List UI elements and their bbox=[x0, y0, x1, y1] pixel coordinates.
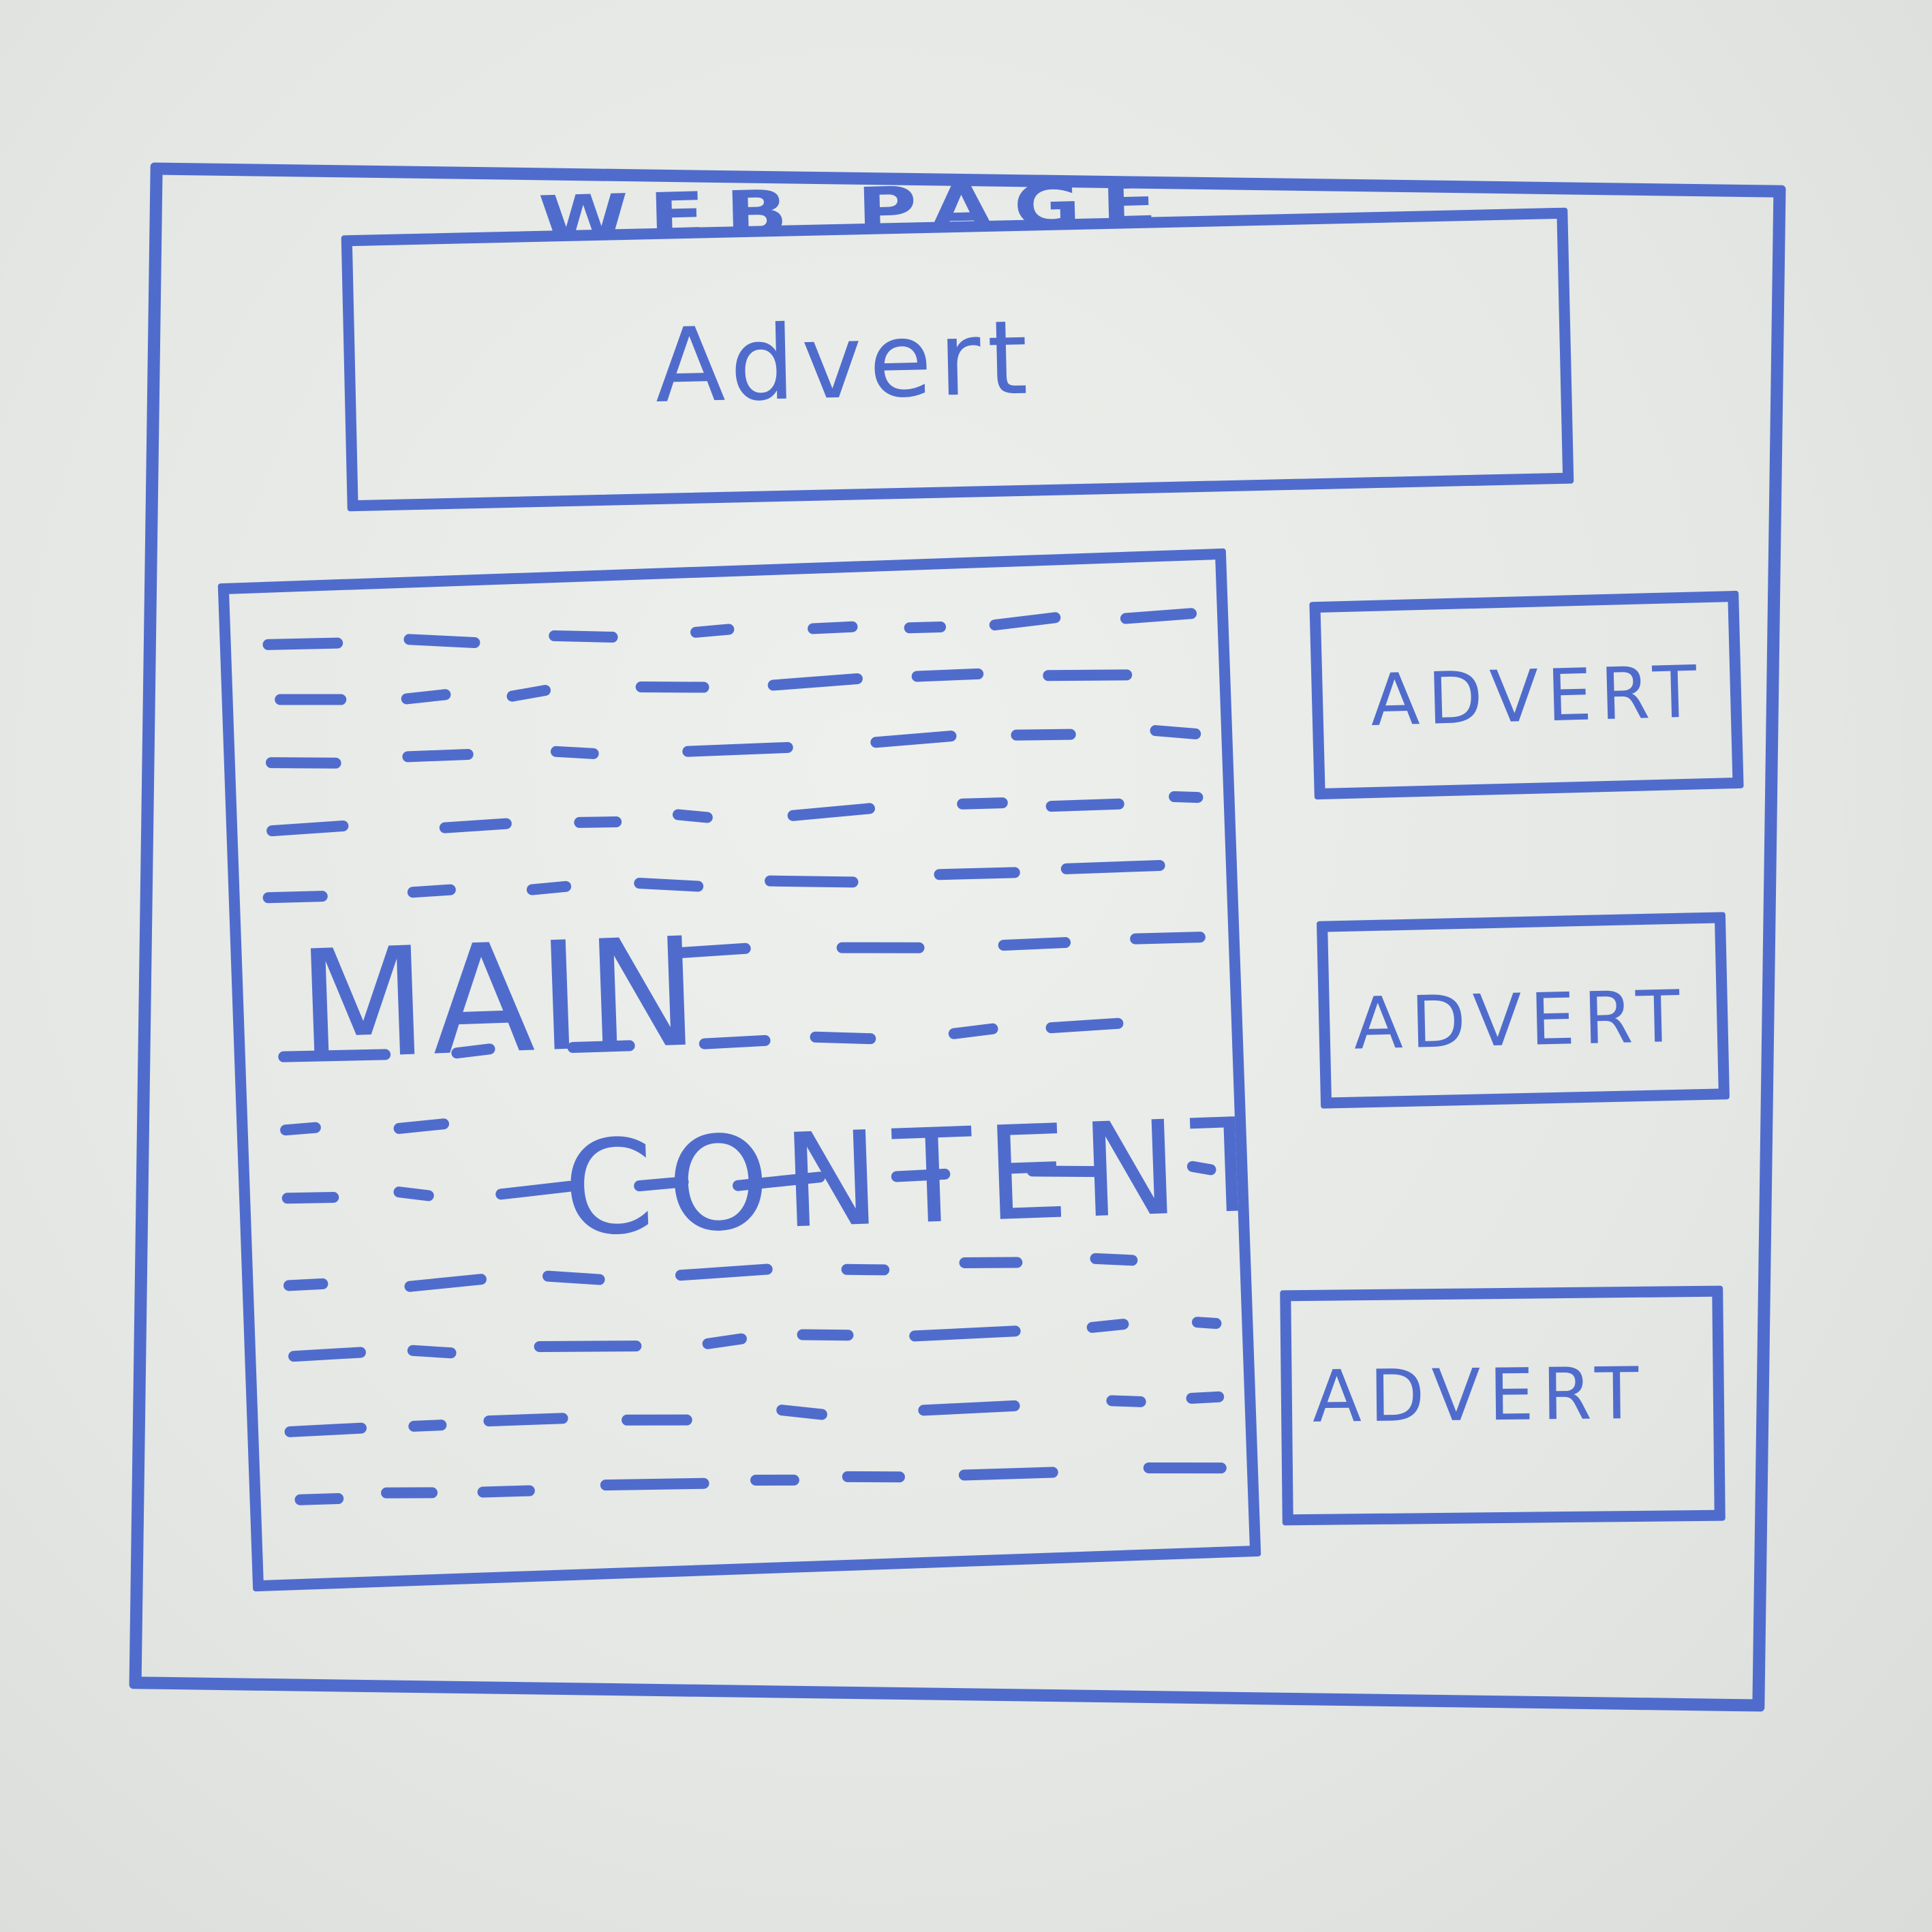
placeholder-dash bbox=[842, 1471, 905, 1483]
side-advert-2-label: ADVERT bbox=[1353, 975, 1689, 1066]
main-content-box: MAIN CONTENT bbox=[217, 548, 1261, 1592]
placeholder-dash bbox=[404, 1274, 487, 1292]
placeholder-dash bbox=[574, 816, 622, 828]
placeholder-dash bbox=[265, 757, 341, 769]
placeholder-dash bbox=[690, 624, 735, 638]
placeholder-dash bbox=[841, 1263, 890, 1276]
placeholder-dash bbox=[266, 820, 349, 837]
placeholder-dash bbox=[284, 1422, 367, 1437]
placeholder-dash bbox=[1106, 1395, 1146, 1407]
top-advert-box[interactable]: Advert bbox=[341, 207, 1574, 512]
placeholder-dash bbox=[909, 1325, 1021, 1342]
placeholder-dash bbox=[911, 668, 984, 682]
placeholder-dash bbox=[393, 1186, 434, 1201]
placeholder-dash bbox=[918, 1400, 1020, 1416]
placeholder-dash bbox=[767, 673, 863, 691]
placeholder-dash bbox=[402, 748, 474, 763]
placeholder-dash bbox=[635, 681, 709, 693]
placeholder-dash bbox=[401, 689, 451, 705]
placeholder-dash bbox=[948, 1023, 998, 1039]
placeholder-dash bbox=[495, 1180, 575, 1200]
placeholder-dash bbox=[549, 630, 618, 643]
placeholder-dash bbox=[393, 1118, 450, 1134]
placeholder-dash bbox=[262, 637, 343, 650]
placeholder-dash bbox=[765, 875, 859, 888]
placeholder-dash bbox=[1043, 669, 1133, 681]
placeholder-dash bbox=[810, 1031, 876, 1045]
placeholder-dash bbox=[477, 1485, 535, 1498]
placeholder-dash bbox=[959, 1257, 1023, 1268]
placeholder-dash bbox=[934, 867, 1020, 880]
placeholder-dash bbox=[1060, 859, 1165, 874]
placeholder-dash bbox=[407, 1345, 457, 1359]
placeholder-dash bbox=[1120, 608, 1197, 624]
placeholder-dash bbox=[262, 891, 328, 904]
placeholder-dash bbox=[483, 1413, 568, 1427]
placeholder-dash bbox=[797, 1329, 854, 1341]
main-content-title-line2: CONTENT bbox=[561, 1089, 1261, 1266]
placeholder-dash bbox=[836, 942, 925, 953]
placeholder-dash bbox=[750, 1474, 799, 1486]
placeholder-dash bbox=[1045, 1017, 1124, 1034]
placeholder-dash bbox=[958, 1467, 1058, 1481]
placeholder-dash bbox=[776, 1405, 827, 1420]
placeholder-dash bbox=[1169, 791, 1203, 803]
placeholder-dash bbox=[403, 634, 480, 648]
placeholder-dash bbox=[1045, 798, 1124, 812]
placeholder-dash bbox=[281, 1192, 339, 1204]
placeholder-dash bbox=[275, 694, 347, 705]
placeholder-dash bbox=[294, 1493, 344, 1505]
side-advert-3-label: ADVERT bbox=[1312, 1351, 1647, 1439]
placeholder-dash bbox=[870, 731, 957, 748]
main-content-title-line1: MAIN bbox=[294, 904, 706, 1094]
placeholder-dash bbox=[634, 878, 704, 892]
placeholder-dash bbox=[1186, 1391, 1225, 1404]
placeholder-dash bbox=[288, 1347, 366, 1362]
placeholder-dash bbox=[506, 684, 551, 702]
placeholder-dash bbox=[702, 1333, 747, 1349]
placeholder-dash bbox=[407, 884, 456, 898]
placeholder-dash bbox=[439, 818, 512, 833]
placeholder-dash bbox=[381, 1487, 438, 1499]
placeholder-dash bbox=[534, 1340, 642, 1352]
placeholder-dash bbox=[542, 1270, 605, 1285]
placeholder-dash bbox=[1011, 729, 1076, 741]
placeholder-dash bbox=[672, 809, 713, 823]
placeholder-dash bbox=[808, 621, 858, 634]
placeholder-dash bbox=[699, 1034, 771, 1049]
placeholder-dash bbox=[526, 880, 572, 895]
placeholder-dash bbox=[904, 622, 947, 634]
placeholder-dash bbox=[1086, 1319, 1129, 1333]
placeholder-dash bbox=[1130, 932, 1206, 945]
placeholder-dash bbox=[283, 1278, 328, 1291]
placeholder-dash bbox=[280, 1122, 321, 1136]
top-advert-label: Advert bbox=[654, 298, 1036, 427]
placeholder-dash bbox=[1143, 1462, 1227, 1474]
placeholder-dash bbox=[600, 1477, 709, 1491]
side-advert-2[interactable]: ADVERT bbox=[1316, 912, 1730, 1109]
placeholder-dash bbox=[998, 937, 1071, 951]
placeholder-dash bbox=[1150, 725, 1201, 739]
side-advert-1-label: ADVERT bbox=[1369, 650, 1706, 742]
side-advert-3[interactable]: ADVERT bbox=[1280, 1285, 1726, 1526]
placeholder-dash bbox=[1192, 1317, 1222, 1330]
placeholder-dash bbox=[622, 1414, 692, 1426]
placeholder-dash bbox=[787, 803, 875, 821]
placeholder-dash bbox=[675, 1263, 773, 1281]
placeholder-dash bbox=[1090, 1253, 1138, 1266]
placeholder-dash bbox=[682, 741, 793, 757]
placeholder-dash bbox=[989, 612, 1061, 631]
placeholder-dash bbox=[408, 1420, 447, 1432]
placeholder-dash bbox=[957, 797, 1008, 810]
side-advert-1[interactable]: ADVERT bbox=[1309, 590, 1744, 800]
placeholder-dash bbox=[551, 746, 599, 759]
